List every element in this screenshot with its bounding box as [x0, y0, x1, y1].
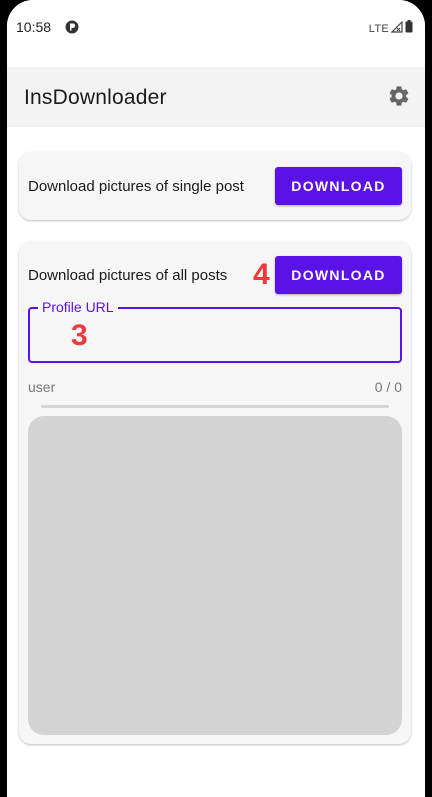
status-time: 10:58 — [16, 19, 52, 35]
single-post-label: Download pictures of single post — [28, 178, 244, 195]
profile-url-label: Profile URL — [38, 299, 118, 315]
download-progress-bar — [41, 405, 389, 408]
phone-screen: 10:58 LTE InsDownloader Download picture… — [7, 0, 425, 797]
user-status-row: user 0 / 0 — [28, 379, 402, 395]
image-preview-area — [28, 416, 402, 735]
app-notification-icon — [65, 20, 79, 34]
all-posts-card: Download pictures of all posts 4 DOWNLOA… — [19, 241, 411, 744]
user-name: user — [28, 379, 56, 395]
download-count: 0 / 0 — [374, 379, 402, 395]
signal-icon — [390, 20, 403, 38]
network-label: LTE — [368, 23, 389, 35]
annotation-marker-4: 4 — [253, 258, 270, 291]
app-bar: InsDownloader — [7, 67, 425, 127]
download-all-posts-button[interactable]: DOWNLOAD — [275, 256, 402, 294]
app-title: InsDownloader — [24, 86, 167, 109]
annotation-marker-3: 3 — [71, 319, 88, 352]
battery-icon — [405, 20, 413, 38]
single-post-card: Download pictures of single post DOWNLOA… — [19, 152, 411, 220]
settings-gear-icon[interactable] — [387, 84, 411, 108]
download-single-post-button[interactable]: DOWNLOAD — [275, 167, 402, 205]
status-icons: LTE — [369, 20, 413, 38]
status-bar: 10:58 LTE — [7, 0, 425, 56]
all-posts-label: Download pictures of all posts — [28, 267, 228, 284]
